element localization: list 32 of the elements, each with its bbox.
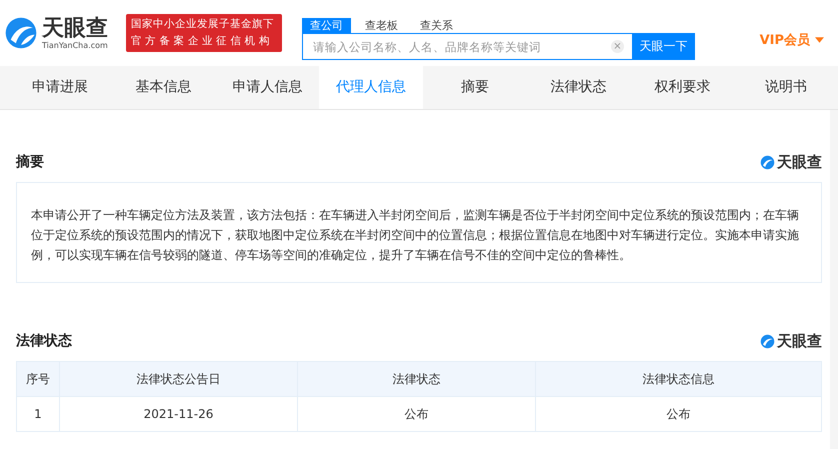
certification-badge: 国家中小企业发展子基金旗下 官方备案企业征信机构 <box>126 14 282 52</box>
column-header: 法律状态公告日 <box>60 362 298 396</box>
section-tab[interactable]: 法律状态 <box>526 66 630 109</box>
column-header: 法律状态 <box>298 362 536 396</box>
section-tab[interactable]: 申请人信息 <box>216 66 320 109</box>
search-button[interactable]: 天眼一下 <box>632 33 695 60</box>
table-cell: 公布 <box>536 396 822 432</box>
brand-logo-icon <box>760 334 775 348</box>
logo-domain: TianYanCha.com <box>42 40 108 50</box>
logo-name: 天眼查 <box>42 16 108 40</box>
section-tab[interactable]: 说明书 <box>734 66 838 109</box>
table-cell: 1 <box>16 396 60 432</box>
section-tab[interactable]: 申请进展 <box>8 66 112 109</box>
search-tab[interactable]: 查老板 <box>357 18 406 33</box>
section-title: 摘要 <box>16 153 44 171</box>
brand-logo-icon <box>760 154 775 170</box>
section-title: 法律状态 <box>16 332 72 350</box>
column-header: 序号 <box>16 362 60 396</box>
section-tab[interactable]: 摘要 <box>423 66 527 109</box>
section-tab[interactable]: 基本信息 <box>112 66 216 109</box>
table-cell: 2021-11-26 <box>60 396 298 432</box>
brand-name: 天眼查 <box>777 332 822 350</box>
abstract-text: 本申请公开了一种车辆定位方法及装置，该方法包括：在车辆进入半封闭空间后，监测车辆是否位于半封闭空间中定位系统的预设范围内；在车辆位于定位系统的预设范围内的情况下，获取地图中定位系统在半封闭空间中的位置信息；根据位置信息在地图中对车辆进行定位。实施本申请实施例，可以实现车辆在信号较弱的隧道、停车场等空间的准确定位，提升了车辆在信号不佳的空间中定位的鲁棒性。 <box>16 182 822 283</box>
table-cell: 公布 <box>298 396 536 432</box>
search-tab[interactable]: 查关系 <box>412 18 461 33</box>
section-tab[interactable]: 权利要求 <box>630 66 734 109</box>
section-tab[interactable]: 代理人信息 <box>319 66 423 109</box>
column-header: 法律状态信息 <box>536 362 822 396</box>
brand-name: 天眼查 <box>777 152 822 172</box>
search-tab[interactable]: 查公司 <box>302 18 351 33</box>
caret-icon <box>815 37 824 43</box>
logo-icon <box>4 16 38 50</box>
